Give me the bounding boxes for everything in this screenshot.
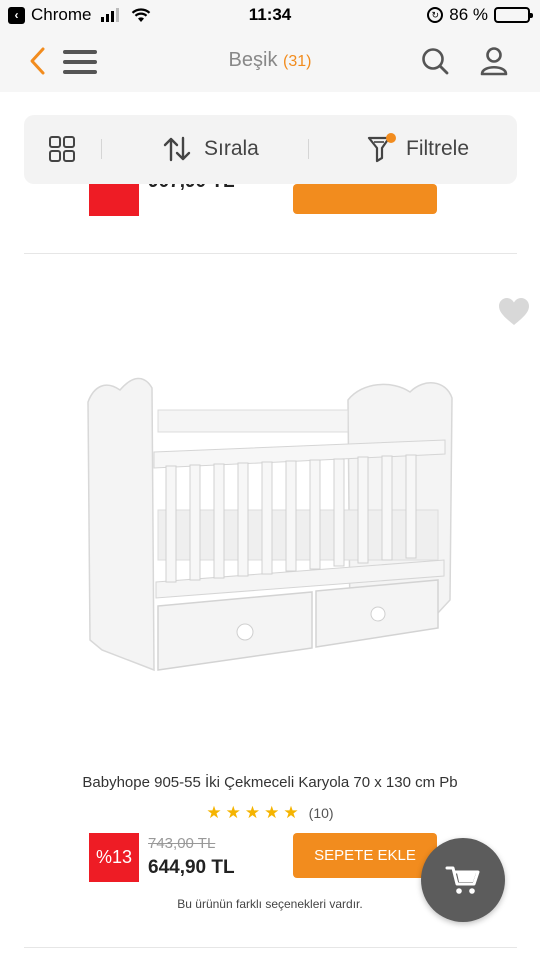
star-icon: ★ <box>225 803 241 822</box>
filter-label: Filtrele <box>406 137 470 160</box>
review-count: (10) <box>308 804 334 821</box>
page-title: Beşik (31) <box>0 49 540 72</box>
product-title[interactable]: Babyhope 905-55 İki Çekmeceli Karyola 70… <box>0 774 540 791</box>
filter-bar: Sırala Filtrele <box>24 115 517 184</box>
card-separator <box>24 947 517 948</box>
active-filter-dot <box>386 133 396 143</box>
orientation-lock-icon: ↻ <box>427 7 444 23</box>
user-account-icon[interactable] <box>478 45 510 77</box>
search-icon[interactable] <box>420 46 450 76</box>
filter-button[interactable]: Filtrele <box>366 129 469 169</box>
discount-badge: %13 <box>89 833 139 882</box>
app-header: Beşik (31) <box>0 30 540 92</box>
heart-icon[interactable] <box>498 297 530 327</box>
old-price: 743,00 TL <box>148 835 216 852</box>
rating: ★ ★ ★ ★ ★ (10) <box>0 804 540 821</box>
shopping-cart-icon <box>445 866 480 894</box>
star-icon: ★ <box>244 803 261 822</box>
result-count: (31) <box>283 53 312 70</box>
status-right: ↻ 86 % <box>427 5 533 25</box>
divider <box>308 139 309 159</box>
star-icon: ★ <box>264 803 280 822</box>
filter-funnel-icon <box>366 133 396 164</box>
price: 907,90 TL <box>148 184 235 193</box>
status-bar: ‹ Chrome 11:34 ↻ 86 % <box>0 0 540 30</box>
add-to-cart-button[interactable] <box>293 184 437 214</box>
previous-product-card: 907,90 TL <box>0 184 540 216</box>
battery-icon <box>494 7 533 23</box>
product-image[interactable] <box>80 370 465 695</box>
battery-percent: 86 % <box>449 5 488 24</box>
new-price: 644,90 TL <box>148 857 235 878</box>
sort-label: Sırala <box>204 137 259 160</box>
sort-arrows-icon <box>163 136 191 162</box>
discount-badge <box>89 184 139 216</box>
cart-fab-button[interactable] <box>421 838 505 922</box>
star-icon: ★ <box>206 803 222 822</box>
grid-view-icon[interactable] <box>48 135 76 163</box>
card-separator <box>24 253 517 254</box>
page-title-text: Beşik <box>228 49 278 71</box>
star-icon: ★ <box>283 803 299 822</box>
sort-button[interactable]: Sırala <box>162 129 259 169</box>
add-to-cart-button[interactable]: SEPETE EKLE <box>293 833 437 878</box>
divider <box>101 139 102 159</box>
